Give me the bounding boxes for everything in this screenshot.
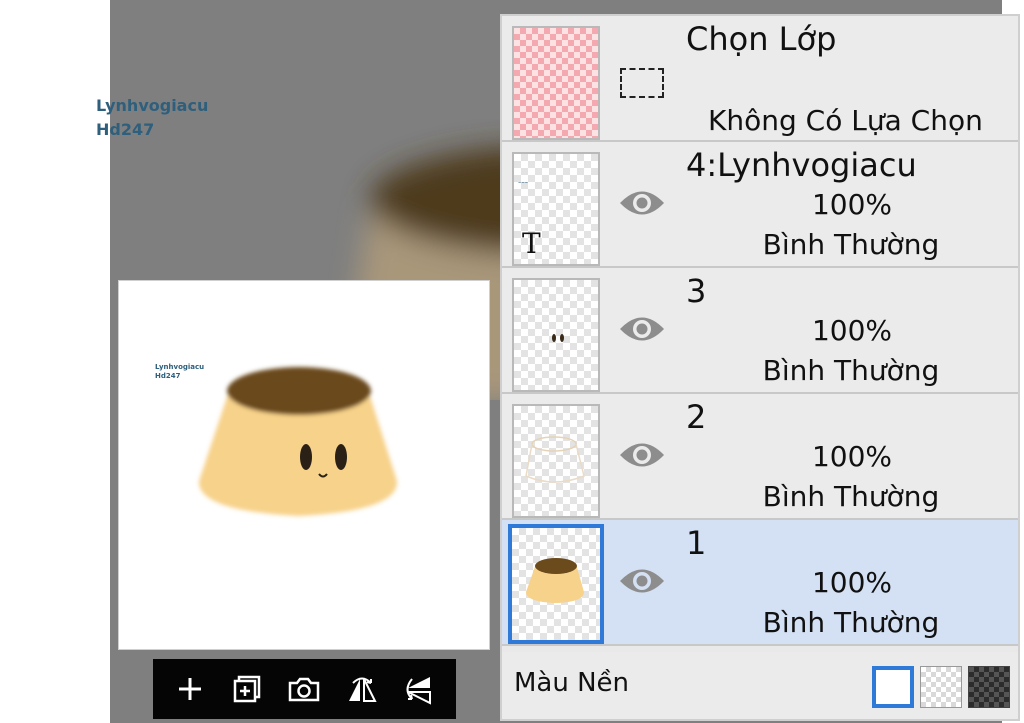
layer-name: 3 [686, 272, 707, 310]
add-layer-icon[interactable] [170, 669, 210, 709]
layer-opacity: 100% [811, 440, 893, 473]
layer-row-2[interactable]: 2 100% Bình Thường [502, 394, 1018, 520]
thumbnail-text-preview: ~~~ [518, 180, 529, 185]
layer-blend-mode: Bình Thường [762, 354, 940, 387]
layer-name: 2 [686, 398, 707, 436]
layer-blend-mode: Bình Thường [762, 228, 940, 261]
watermark-line-1: Lynhvogiacu [96, 96, 209, 115]
selection-layer-thumbnail [512, 26, 600, 140]
layer-opacity: 100% [811, 566, 893, 599]
background-dark-checker-swatch[interactable] [968, 666, 1010, 708]
background-white-swatch[interactable] [872, 666, 914, 708]
canvas-watermark-text: Lynhvogiacu Hd247 [96, 94, 208, 142]
background-color-label: Màu Nền [514, 668, 630, 698]
outline-thumbnail-art [525, 436, 585, 483]
layer-panel: Chọn Lớp Không Có Lựa Chọn ~~~ T 4:Lynhv… [500, 14, 1020, 721]
selection-layer-title: Chọn Lớp [686, 20, 837, 58]
flip-vertical-icon[interactable] [399, 669, 439, 709]
layer-blend-mode: Bình Thường [762, 606, 940, 639]
text-layer-icon: T [522, 227, 541, 260]
flan-thumbnail-art [526, 558, 584, 603]
layer-name: 1 [686, 524, 707, 562]
flan-illustration [198, 367, 398, 516]
watermark-line-2: Hd247 [96, 120, 155, 139]
layer-blend-mode: Bình Thường [762, 480, 940, 513]
selection-layer-row[interactable]: Chọn Lớp Không Có Lựa Chọn [502, 16, 1018, 142]
visibility-eye-icon[interactable] [618, 186, 666, 220]
left-margin [0, 0, 110, 723]
layer-opacity: 100% [811, 314, 893, 347]
flip-horizontal-icon[interactable] [342, 669, 382, 709]
visibility-eye-icon[interactable] [618, 438, 666, 472]
layer-name: 4:Lynhvogiacu [686, 146, 917, 184]
layer-row-1[interactable]: 1 100% Bình Thường [502, 520, 1018, 646]
eyes-thumbnail-art [552, 334, 564, 342]
layer-thumbnail [508, 524, 604, 644]
layer-opacity: 100% [811, 188, 893, 221]
visibility-eye-icon[interactable] [618, 564, 666, 598]
layer-row-4[interactable]: ~~~ T 4:Lynhvogiacu 100% Bình Thường [502, 142, 1018, 268]
marquee-selection-icon [620, 68, 664, 98]
selection-layer-status: Không Có Lựa Chọn [708, 104, 983, 137]
layer-thumbnail [512, 278, 600, 392]
camera-icon[interactable] [284, 669, 324, 709]
layer-thumbnail: ~~~ T [512, 152, 600, 266]
layer-row-3[interactable]: 3 100% Bình Thường [502, 268, 1018, 394]
background-transparent-swatch[interactable] [920, 666, 962, 708]
canvas-preview: Lynhvogiacu Hd247 [118, 280, 490, 650]
duplicate-layer-icon[interactable] [227, 669, 267, 709]
canvas-toolbar [153, 659, 456, 719]
background-color-row: Màu Nền [502, 652, 1018, 719]
visibility-eye-icon[interactable] [618, 312, 666, 346]
layer-thumbnail [512, 404, 600, 518]
